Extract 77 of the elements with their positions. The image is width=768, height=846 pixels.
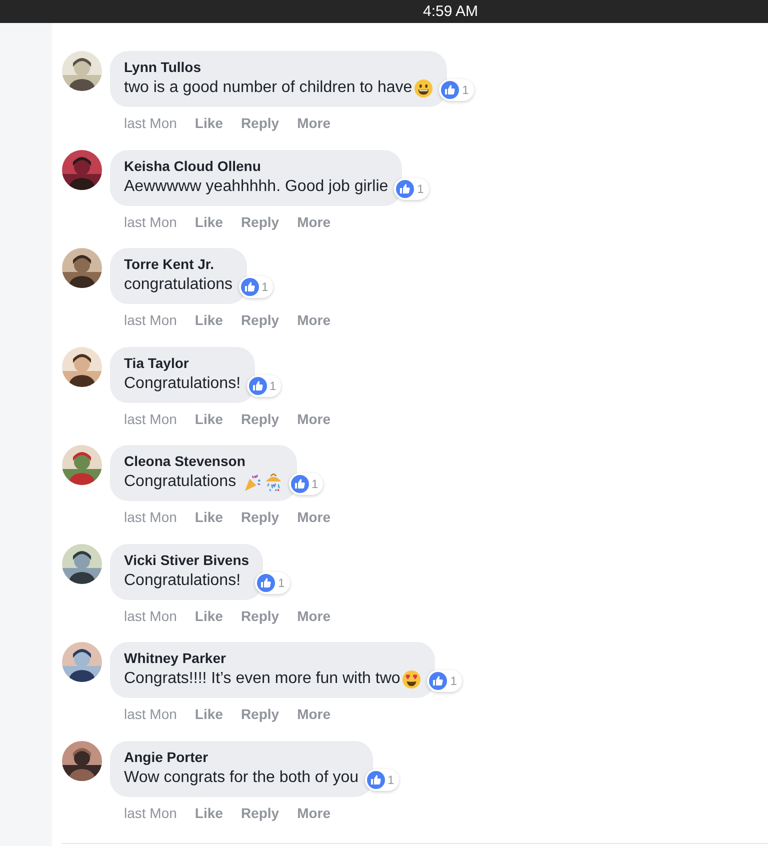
like-count-badge[interactable]: 1	[246, 374, 282, 396]
comment-action-link[interactable]: Like	[194, 608, 223, 624]
like-count-badge[interactable]: 1	[364, 768, 400, 790]
comment-action-link[interactable]: Like	[194, 804, 223, 820]
like-count-badge[interactable]: 1	[255, 572, 290, 594]
thumbs-up-icon	[429, 672, 448, 690]
comment-time: last Mon	[124, 509, 177, 525]
like-count: 1	[270, 378, 276, 392]
comment-action-link[interactable]: Reply	[240, 214, 280, 230]
party-popper-icon	[242, 472, 262, 492]
comment-time: last Mon	[124, 312, 177, 328]
like-count-badge[interactable]: 1	[288, 473, 324, 495]
comment-text: Congrats!!!! It’s even more fun with two	[124, 669, 400, 689]
comment-action-link[interactable]: More	[297, 608, 331, 624]
comment-text: congratulations	[124, 275, 233, 295]
comment-action-link[interactable]: Reply	[240, 706, 280, 722]
like-count-badge[interactable]: 1	[427, 670, 462, 692]
author-name[interactable]: Whitney Parker	[124, 649, 422, 668]
comment-action-link[interactable]: Reply	[240, 608, 280, 624]
comment-time: last Mon	[124, 706, 177, 722]
like-count: 1	[450, 674, 457, 688]
like-count-badge[interactable]: 1	[394, 178, 429, 200]
like-count: 1	[278, 576, 285, 590]
like-count-badge[interactable]: 1	[238, 276, 274, 298]
comment-time: last Mon	[124, 410, 177, 426]
author-name[interactable]: Cleona Stevenson	[124, 452, 283, 471]
comment-text: Wow congrats for the both of you	[124, 768, 358, 788]
comment-action-link[interactable]: Reply	[240, 804, 280, 820]
comment-action-link[interactable]: Reply	[240, 115, 280, 131]
comment-action-link[interactable]: Reply	[240, 312, 280, 328]
comment-action-link[interactable]: More	[297, 706, 331, 722]
comment-action-link[interactable]: Reply	[240, 410, 280, 426]
comment-action-link[interactable]: Like	[194, 706, 223, 722]
comment-action-link[interactable]: More	[297, 509, 331, 525]
comment-action-link[interactable]: Reply	[240, 509, 280, 525]
grinning-face-icon	[414, 78, 434, 98]
comment-time: last Mon	[124, 214, 177, 230]
author-name[interactable]: Tia Taylor	[124, 354, 241, 372]
like-count: 1	[462, 83, 469, 97]
comment-text: Aewwwww yeahhhhh. Good job girlie	[124, 176, 388, 196]
author-name[interactable]: Lynn Tullos	[124, 58, 434, 77]
author-name[interactable]: Torre Kent Jr.	[124, 255, 233, 274]
comment-action-link[interactable]: Like	[194, 509, 223, 525]
comment-action-link[interactable]: More	[297, 115, 331, 131]
comment-action-link[interactable]: More	[297, 804, 331, 820]
comment-action-link[interactable]: More	[297, 410, 331, 426]
comment-text: Congratulations!	[124, 570, 241, 590]
comment-time: last Mon	[124, 804, 177, 820]
comment-action-link[interactable]: More	[297, 214, 331, 230]
like-count: 1	[262, 280, 268, 294]
comment-text: Congratulations!	[124, 374, 241, 394]
thumbs-up-icon	[366, 770, 384, 788]
like-count-badge[interactable]: 1	[439, 79, 474, 101]
comment-time: last Mon	[124, 608, 177, 624]
thumbs-up-icon	[396, 180, 414, 198]
heart-eyes-icon	[402, 670, 422, 688]
author-name[interactable]: Keisha Cloud Ollenu	[124, 156, 388, 176]
like-count: 1	[388, 772, 394, 786]
comment-text: Congratulations	[124, 472, 238, 492]
thumbs-up-icon	[257, 574, 276, 592]
comment-action-link[interactable]: Like	[194, 410, 223, 426]
like-count: 1	[417, 182, 424, 196]
comment-action-link[interactable]: Like	[194, 312, 223, 328]
author-name[interactable]: Vicki Stiver Bivens	[124, 550, 250, 570]
thumbs-up-icon	[441, 81, 460, 99]
comment-action-link[interactable]: More	[297, 312, 331, 328]
comment-action-link[interactable]: Like	[194, 115, 223, 131]
comment-time: last Mon	[124, 115, 177, 131]
thumbs-up-icon	[290, 475, 309, 493]
clock-time: 4:59 AM	[423, 3, 478, 20]
thumbs-up-icon	[240, 278, 259, 296]
author-name[interactable]: Angie Porter	[124, 748, 358, 766]
comment-text: two is a good number of children to have	[124, 78, 412, 98]
comment-action-link[interactable]: Like	[194, 214, 223, 230]
confetti-ball-icon	[264, 472, 283, 492]
like-count: 1	[312, 477, 318, 491]
thumbs-up-icon	[248, 376, 267, 394]
